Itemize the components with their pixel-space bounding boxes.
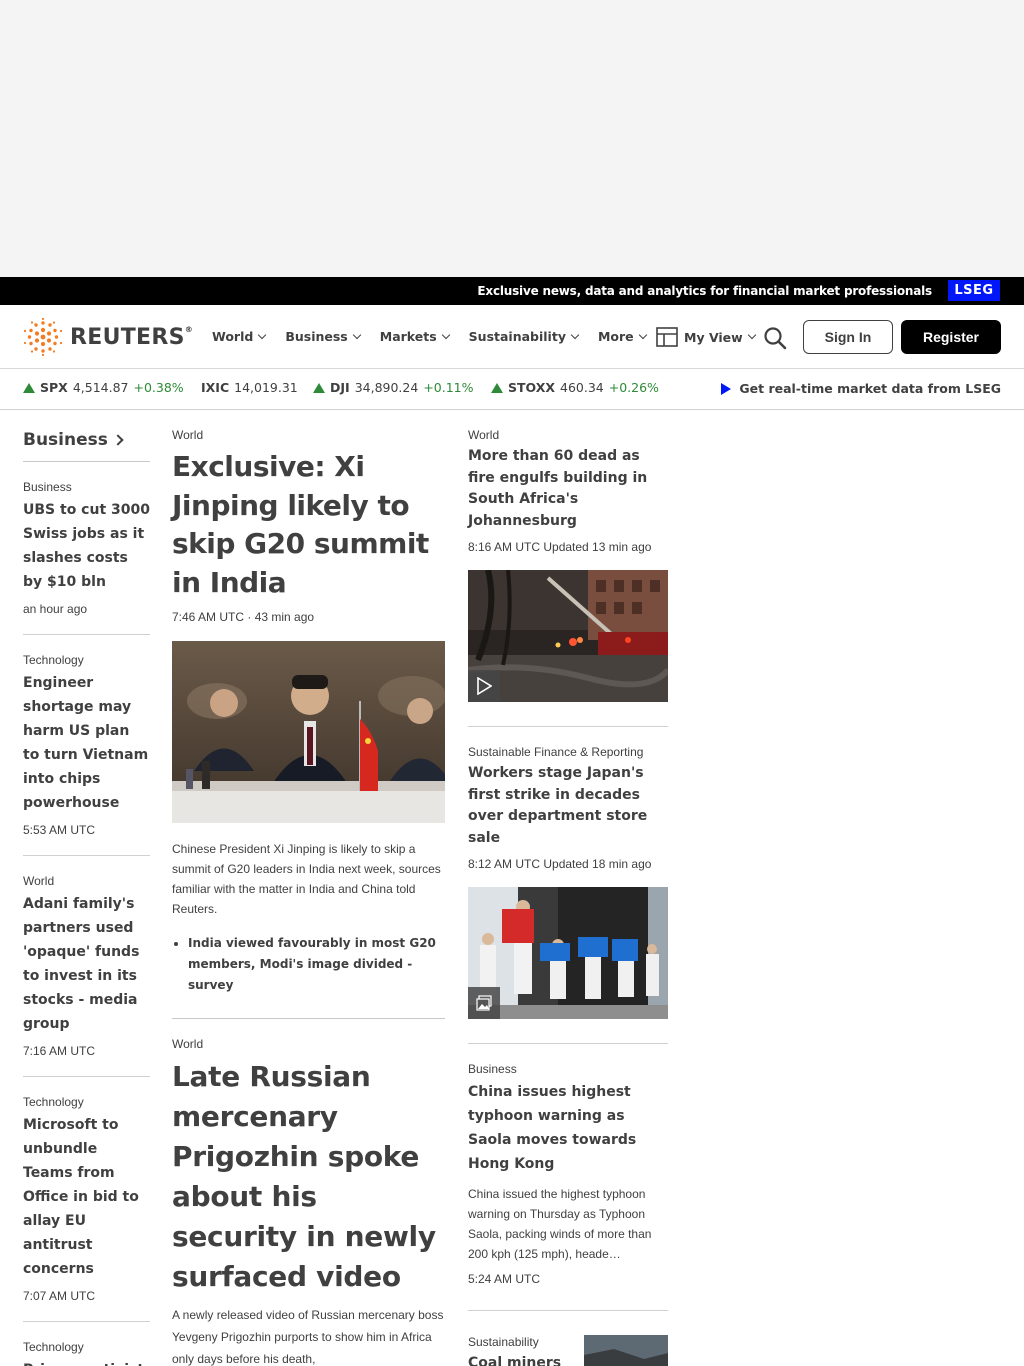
sidebar-story: Technology Microsoft to unbundle Teams f… (23, 1077, 150, 1322)
story-kicker[interactable]: Technology (23, 1095, 150, 1109)
lseg-badge[interactable]: LSEG (948, 280, 1000, 301)
story-timestamp: 5:24 AM UTC (468, 1272, 541, 1286)
layout-grid-icon (656, 327, 678, 347)
story-kicker[interactable]: World (23, 874, 150, 888)
nav-item-more[interactable]: More (598, 329, 647, 344)
reuters-logo[interactable]: REUTERS® (22, 318, 193, 356)
story-kicker[interactable]: Technology (23, 1340, 150, 1354)
photo-gallery-button[interactable] (468, 987, 500, 1019)
lead-photo-illustration (172, 641, 445, 823)
story-kicker[interactable]: World (468, 428, 668, 442)
nav-item-world[interactable]: World (212, 329, 267, 344)
story-gallery-thumbnail[interactable] (468, 887, 668, 1019)
register-button[interactable]: Register (901, 320, 1001, 354)
video-play-button[interactable] (468, 670, 500, 702)
story-thumbnail[interactable] (584, 1335, 668, 1366)
promo-text[interactable]: Exclusive news, data and analytics for f… (477, 284, 932, 298)
section-title-business[interactable]: Business (23, 430, 150, 450)
lseg-market-data-link[interactable]: Get real-time market data from LSEG (721, 381, 1001, 396)
story-headline[interactable]: Adani family's partners used 'opaque' fu… (23, 892, 150, 1036)
story-kicker[interactable]: Technology (23, 653, 150, 667)
lead2-headline[interactable]: Late Russian mercenary Prigozhin spoke a… (172, 1057, 445, 1297)
story-kicker[interactable]: Sustainable Finance & Reporting (468, 745, 668, 759)
nav-item-business[interactable]: Business (285, 329, 361, 344)
my-view-menu[interactable]: My View (656, 327, 756, 347)
nav-item-markets[interactable]: Markets (380, 329, 450, 344)
story-timestamp: 8:12 AM UTC Updated 18 min ago (468, 857, 652, 871)
lead2-kicker[interactable]: World (172, 1037, 445, 1051)
chevron-down-icon (352, 330, 361, 339)
advertisement-space (0, 0, 1024, 277)
right-story: Business China issues highest typhoon wa… (468, 1044, 668, 1311)
story-kicker[interactable]: Business (468, 1062, 668, 1076)
sidebar-story: Technology Engineer shortage may harm US… (23, 635, 150, 856)
lead2-description: A newly released video of Russian mercen… (172, 1308, 444, 1366)
primary-nav: World Business Markets Sustainability Mo… (212, 329, 666, 344)
sidebar-story: World Adani family's partners used 'opaq… (23, 856, 150, 1077)
story-description: China issued the highest typhoon warning… (468, 1187, 652, 1261)
related-link[interactable]: India viewed favourably in most G20 memb… (188, 933, 445, 996)
right-column: World More than 60 dead as fire engulfs … (468, 410, 668, 1366)
gallery-icon (476, 995, 492, 1011)
market-ticker: SPX 4,514.87 +0.38% IXIC 14,019.31 DJI 34,89… (0, 370, 1024, 410)
story-headline[interactable]: Workers stage Japan's first strike in de… (468, 763, 668, 849)
sidebar-story: Business UBS to cut 3000 Swiss jobs as i… (23, 462, 150, 635)
chevron-down-icon (570, 330, 580, 339)
story-headline[interactable]: Microsoft to unbundle Teams from Office … (23, 1113, 150, 1281)
arrow-up-icon (23, 382, 35, 393)
promo-bar[interactable]: Exclusive news, data and analytics for f… (0, 277, 1024, 305)
lead-column: World Exclusive: Xi Jinping likely to sk… (172, 410, 445, 1366)
search-icon (764, 327, 787, 350)
lead-photo[interactable] (172, 641, 445, 823)
chevron-down-icon (747, 330, 756, 340)
chevron-down-icon (638, 330, 647, 339)
story-kicker[interactable]: Business (23, 480, 150, 494)
nav-item-sustainability[interactable]: Sustainability (469, 329, 580, 344)
main-navbar: REUTERS® World Business Markets Sustaina… (0, 305, 1024, 369)
chevron-right-icon (112, 434, 124, 446)
lead-description: Chinese President Xi Jinping is likely t… (172, 842, 441, 916)
story-timestamp: an hour ago (23, 602, 88, 616)
story-timestamp: 7:16 AM UTC (23, 1044, 96, 1058)
play-icon (477, 677, 492, 695)
sidebar-story: Technology Privacy activist (23, 1322, 150, 1366)
chevron-down-icon (441, 330, 450, 339)
coal-mine-illustration (584, 1335, 668, 1366)
chevron-down-icon (258, 330, 267, 339)
story-timestamp: 7:07 AM UTC (23, 1289, 96, 1303)
reuters-wordmark: REUTERS® (70, 324, 194, 350)
right-story: World More than 60 dead as fire engulfs … (468, 410, 668, 727)
reuters-dots-logo-icon (23, 318, 63, 356)
story-timestamp: 5:53 AM UTC (23, 823, 96, 837)
ticker-item-ixic[interactable]: IXIC 14,019.31 (201, 380, 303, 395)
right-story: Sustainable Finance & Reporting Workers … (468, 727, 668, 1044)
ticker-item-dji[interactable]: DJI 34,890.24 +0.11% (313, 380, 474, 395)
arrow-up-icon (313, 382, 325, 393)
lead-kicker[interactable]: World (172, 428, 445, 442)
related-links: India viewed favourably in most G20 memb… (172, 933, 445, 996)
divider (172, 1018, 445, 1019)
ticker-item-stoxx[interactable]: STOXX 460.34 +0.26% (491, 380, 659, 395)
story-headline[interactable]: More than 60 dead as fire engulfs buildi… (468, 446, 668, 532)
story-headline[interactable]: Privacy activist (23, 1358, 150, 1366)
story-kicker[interactable]: Sustainability (468, 1335, 572, 1349)
story-headline[interactable]: Coal miners forced to save (468, 1353, 572, 1366)
right-story-small: Sustainability Coal miners forced to sav… (468, 1311, 668, 1366)
sign-in-button[interactable]: Sign In (803, 320, 893, 354)
story-headline[interactable]: China issues highest typhoon warning as … (468, 1080, 668, 1176)
arrow-up-icon (491, 382, 503, 393)
story-headline[interactable]: Engineer shortage may harm US plan to tu… (23, 671, 150, 815)
story-headline[interactable]: UBS to cut 3000 Swiss jobs as it slashes… (23, 498, 150, 594)
lead-headline[interactable]: Exclusive: Xi Jinping likely to skip G20… (172, 448, 445, 602)
story-video-thumbnail[interactable] (468, 570, 668, 702)
lead-timestamp: 7:46 AM UTC · 43 min ago (172, 610, 315, 624)
story-timestamp: 8:16 AM UTC Updated 13 min ago (468, 540, 652, 554)
business-sidebar: Business Business UBS to cut 3000 Swiss … (23, 410, 150, 1366)
search-button[interactable] (763, 326, 787, 354)
play-arrow-icon (721, 382, 732, 395)
ticker-item-spx[interactable]: SPX 4,514.87 +0.38% (23, 380, 184, 395)
